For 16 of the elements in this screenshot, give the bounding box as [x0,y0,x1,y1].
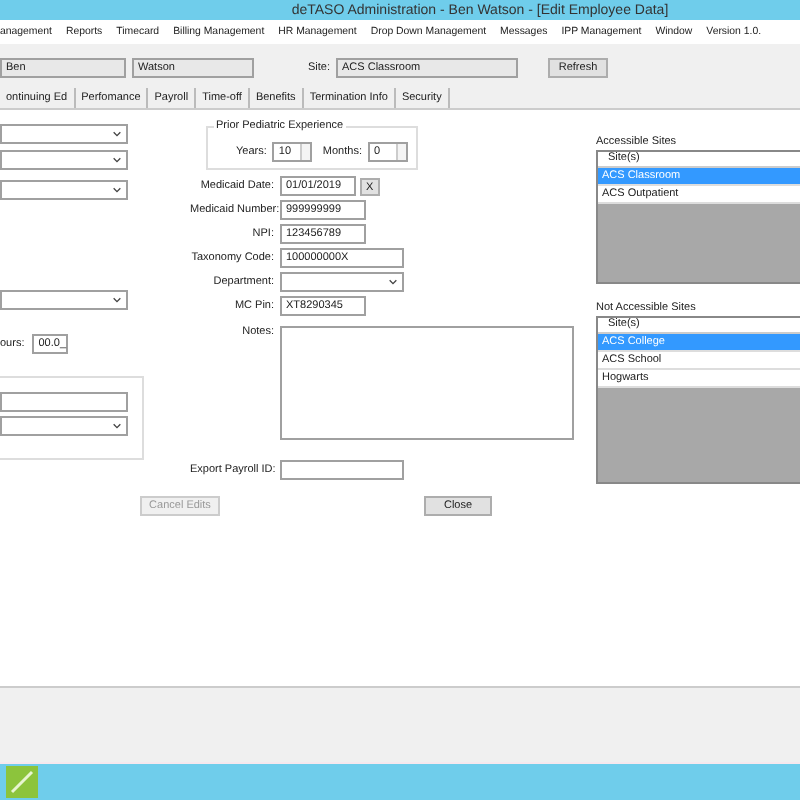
caret-icon [388,278,398,286]
dropdown-field[interactable] [0,290,128,310]
dropdown-field[interactable] [280,272,404,292]
dropdown-field[interactable] [0,150,128,170]
input-field[interactable] [280,460,404,480]
dropdown-field[interactable] [0,416,128,436]
caret-icon [112,186,122,194]
dropdown-field[interactable] [0,180,128,200]
caret-icon [112,156,122,164]
input-field[interactable] [0,392,128,412]
dropdown-field[interactable] [0,124,128,144]
caret-icon [112,296,122,304]
caret-icon [112,130,122,138]
notes-field[interactable] [280,326,574,440]
caret-icon [112,422,122,430]
app-icon[interactable] [4,764,40,800]
